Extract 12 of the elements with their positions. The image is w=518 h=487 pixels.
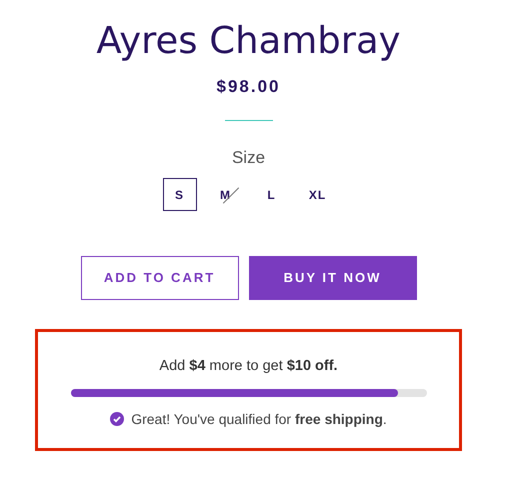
size-option[interactable]: S <box>162 178 196 211</box>
size-option[interactable]: L <box>254 178 288 211</box>
promo-message: Add $4 more to get $10 off. <box>159 357 338 376</box>
buy-now-button[interactable]: BUY IT NOW <box>248 256 416 300</box>
size-option[interactable]: M <box>208 178 242 211</box>
product-title: Ayres Chambray <box>96 18 401 64</box>
check-icon <box>110 412 124 426</box>
add-to-cart-button[interactable]: ADD TO CART <box>80 256 238 300</box>
shipping-note: Great! You've qualified for free shipping. <box>131 410 387 429</box>
size-label: Size <box>232 146 266 168</box>
size-option[interactable]: XL <box>300 178 334 211</box>
product-price: $98.00 <box>216 76 280 98</box>
